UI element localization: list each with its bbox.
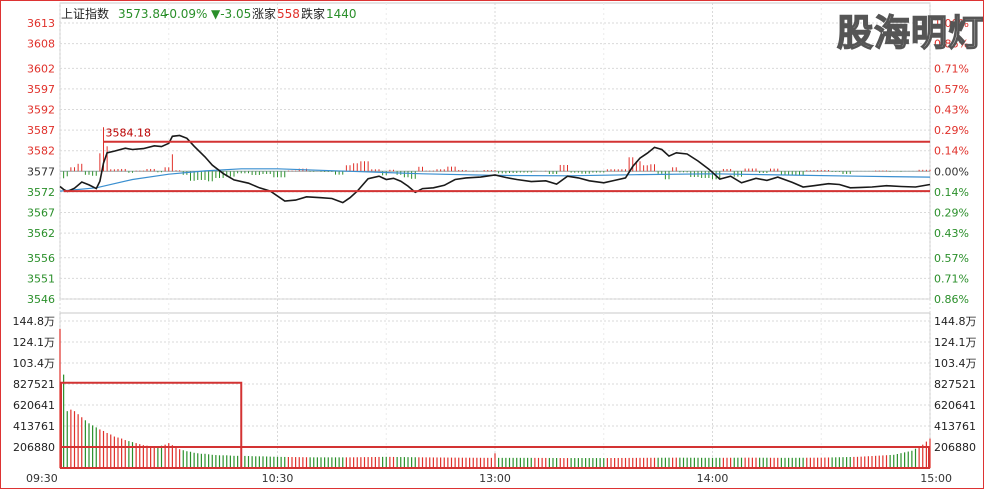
volume-tick-label: 103.4万 (934, 357, 977, 370)
price-tick-label: 3562 (27, 227, 55, 240)
pct-tick-label: 0.57% (934, 252, 969, 265)
price-tick-label: 3582 (27, 145, 55, 158)
down-label: 跌家 (301, 6, 325, 21)
index-change-pct: -0.09% (165, 7, 207, 21)
pct-tick-label: 0.71% (934, 272, 969, 285)
volume-tick-label: 413761 (13, 420, 55, 433)
price-tick-label: 3551 (27, 272, 55, 285)
volume-tick-label: 620641 (13, 399, 55, 412)
price-tick-label: 3592 (27, 104, 55, 117)
price-tick-label: 3613 (27, 17, 55, 30)
pct-tick-label: 0.14% (934, 186, 969, 199)
price-tick-label: 3577 (27, 165, 55, 178)
price-tick-label: 3602 (27, 62, 55, 75)
up-label: 涨家 (252, 6, 276, 21)
price-bars (63, 127, 931, 182)
chart-container: 3613 3608 3602 3597 3592 3587 3582 3577 3572 3567… (0, 0, 984, 489)
price-tick-label: 3556 (27, 252, 55, 265)
volume-tick-label: 144.8万 (13, 315, 56, 328)
pct-tick-label: 0.29% (934, 124, 969, 137)
time-tick-label: 15:00 (920, 472, 952, 485)
volume-tick-label: 206880 (13, 441, 55, 454)
volume-tick-label: 124.1万 (13, 336, 56, 349)
volume-tick-label: 620641 (934, 399, 976, 412)
index-name: 上证指数 (61, 6, 109, 21)
time-tick-label: 10:30 (262, 472, 294, 485)
watermark: 股海明灯 (837, 13, 983, 54)
grid-lines (59, 2, 931, 469)
pct-tick-label: 0.57% (934, 83, 969, 96)
volume-tick-label: 206880 (934, 441, 976, 454)
price-tick-label: 3572 (27, 186, 55, 199)
time-axis: 09:30 10:30 13:00 14:00 15:00 (26, 472, 952, 485)
time-tick-label: 09:30 (26, 472, 58, 485)
time-tick-label: 13:00 (479, 472, 511, 485)
time-tick-label: 14:00 (697, 472, 729, 485)
right-axis: 1.00%0.86%0.71%0.57%0.43%0.29%0.14%0.00%… (934, 17, 977, 454)
pct-tick-label: 0.29% (934, 206, 969, 219)
annotation-label: 3584.18 (106, 127, 152, 140)
volume-tick-label: 124.1万 (934, 336, 977, 349)
down-count: 1440 (326, 7, 357, 21)
volume-tick-label: 103.4万 (13, 357, 56, 370)
price-tick-label: 3608 (27, 38, 55, 51)
volume-tick-label: 144.8万 (934, 315, 977, 328)
price-tick-label: 3546 (27, 293, 55, 306)
intraday-chart: 3613 3608 3602 3597 3592 3587 3582 3577 3572 3567… (13, 2, 984, 485)
volume-tick-label: 413761 (934, 420, 976, 433)
pct-tick-label: 0.43% (934, 104, 969, 117)
pct-tick-label: 0.14% (934, 145, 969, 158)
pct-tick-label: 0.86% (934, 293, 969, 306)
volume-tick-label: 827521 (13, 378, 55, 391)
pct-tick-label: 0.71% (934, 62, 969, 75)
price-tick-label: 3567 (27, 206, 55, 219)
volume-tick-label: 827521 (934, 378, 976, 391)
price-tick-label: 3587 (27, 124, 55, 137)
up-count: 558 (277, 7, 300, 21)
price-tick-label: 3597 (27, 83, 55, 96)
index-change-pts: ▼-3.05 (211, 7, 251, 21)
pct-tick-label: 0.43% (934, 227, 969, 240)
left-axis: 3613 3608 3602 3597 3592 3587 3582 3577 3572 3567… (13, 17, 56, 454)
pct-tick-label: 0.00% (934, 165, 969, 178)
index-price: 3573.84 (118, 7, 168, 21)
